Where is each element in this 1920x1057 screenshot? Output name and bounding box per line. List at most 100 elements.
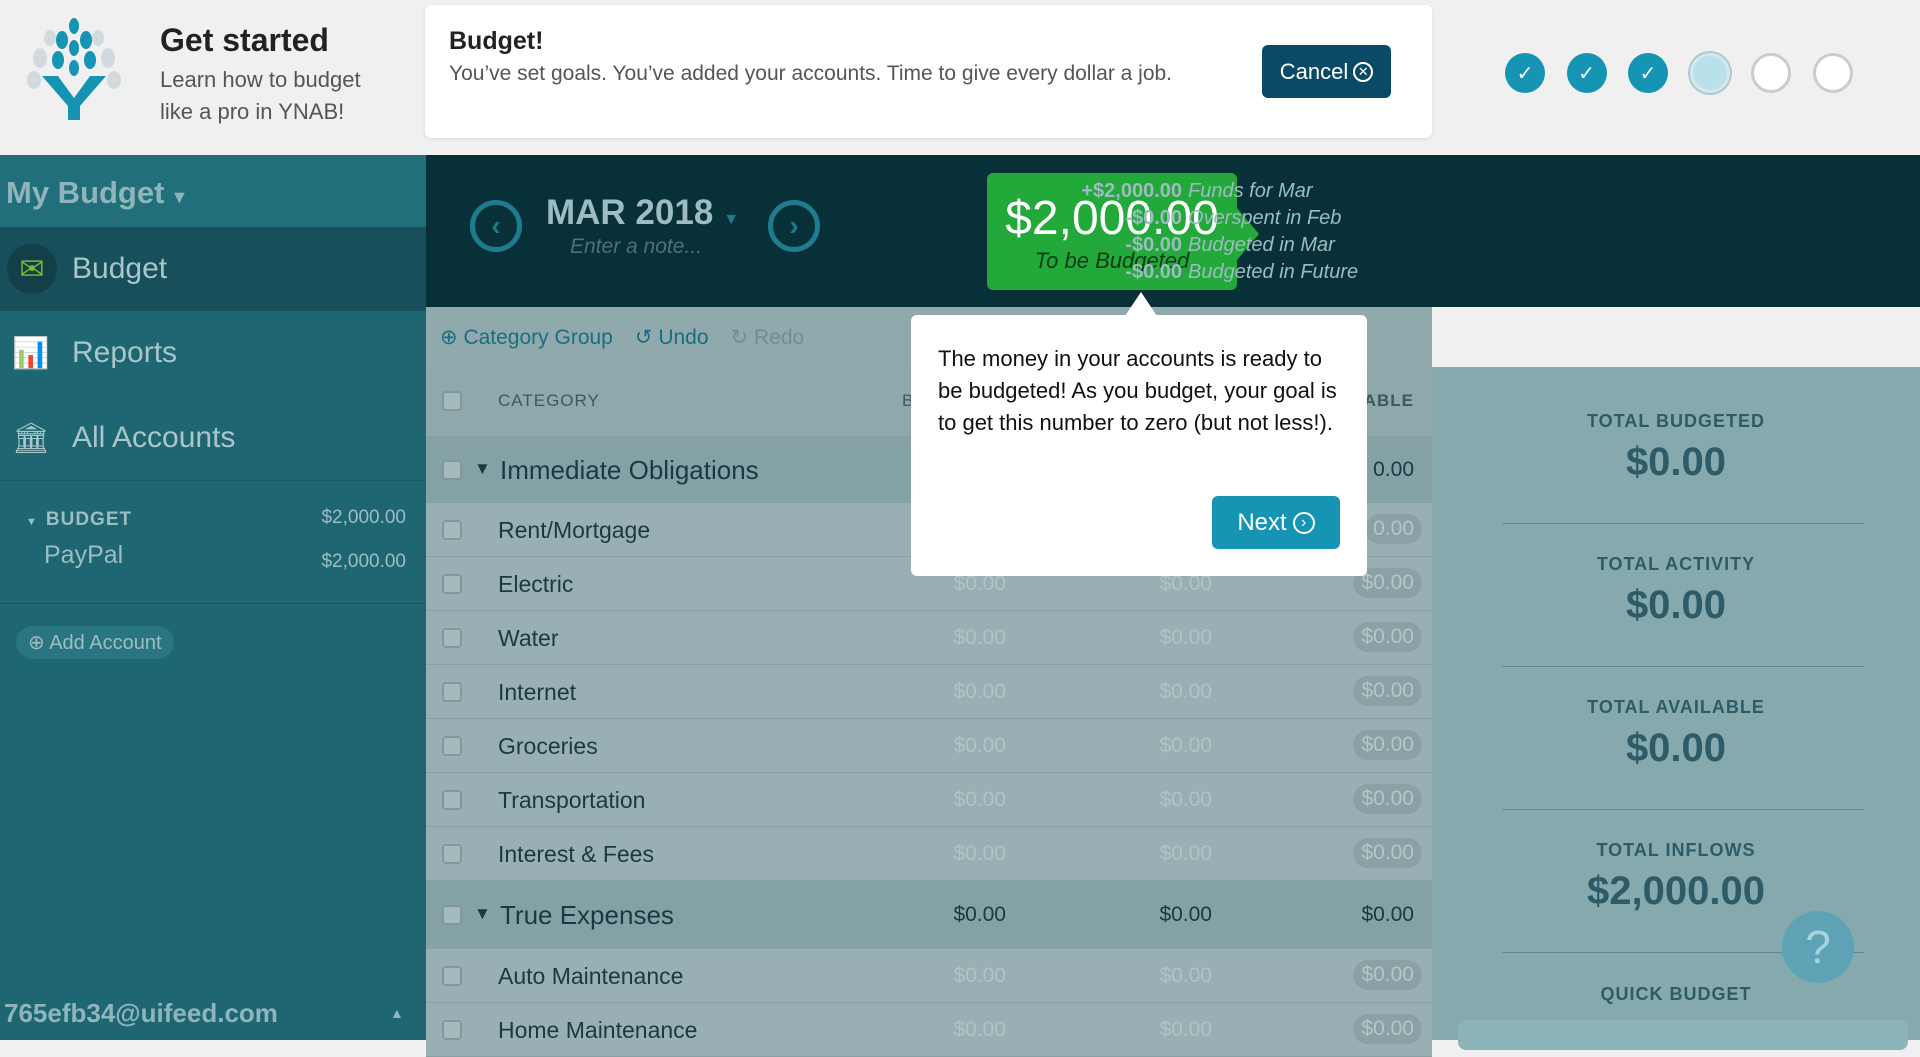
category-name[interactable]: Interest & Fees: [498, 841, 654, 868]
budgeted-amount[interactable]: $0.00: [866, 903, 1006, 927]
category-name[interactable]: Rent/Mortgage: [498, 517, 650, 544]
total-label: TOTAL ACTIVITY: [1596, 554, 1756, 574]
row-checkbox[interactable]: [442, 682, 462, 702]
step-indicator-todo: [1812, 53, 1853, 93]
budget-menu[interactable]: My Budget ▼: [0, 155, 426, 227]
available-pill[interactable]: $0.00: [1353, 838, 1422, 868]
account-group-balance: $2,000.00: [321, 507, 406, 528]
divider: [1502, 666, 1864, 667]
row-checkbox[interactable]: [442, 520, 462, 540]
budgeted-amount[interactable]: $0.00: [866, 626, 1006, 650]
category-row[interactable]: Internet $0.00 $0.00 $0.00: [426, 665, 1432, 719]
summary-line: -$0.00 Budgeted in Mar: [1056, 234, 1556, 257]
category-row[interactable]: Transportation $0.00 $0.00 $0.00: [426, 773, 1432, 827]
undo-icon: ↺: [634, 325, 653, 349]
category-name[interactable]: True Expenses: [500, 900, 674, 931]
summary-label: Budgeted in Future: [1188, 261, 1359, 283]
category-row[interactable]: Interest & Fees $0.00 $0.00 $0.00: [426, 827, 1432, 881]
activity-amount: $0.00: [1159, 1018, 1212, 1041]
user-email[interactable]: 765efb34@uifeed.com: [4, 998, 278, 1029]
help-button[interactable]: ?: [1782, 911, 1854, 983]
row-checkbox[interactable]: [442, 844, 462, 864]
account-paypal[interactable]: PayPal: [44, 541, 123, 570]
month-label: MAR 2018: [546, 193, 714, 232]
budgeted-amount[interactable]: $0.00: [866, 1018, 1006, 1042]
total-value: $0.00: [1625, 440, 1727, 484]
bar-chart-icon: 📊: [12, 336, 50, 370]
available-pill[interactable]: $0.00: [1353, 784, 1422, 814]
budgeted-amount[interactable]: $0.00: [866, 680, 1006, 704]
undo-button[interactable]: ↺ Undo: [635, 325, 709, 350]
caret-up-icon[interactable]: ▲: [390, 1005, 404, 1021]
collapse-triangle-icon[interactable]: ▼: [474, 904, 491, 924]
nav-label: All Accounts: [72, 421, 236, 454]
budgeted-amount[interactable]: $0.00: [866, 788, 1006, 812]
account-group-toggle[interactable]: ▼ BUDGET: [26, 509, 132, 531]
label: Redo: [753, 325, 805, 349]
activity-amount: $0.00: [1159, 842, 1212, 865]
caret-down-icon: ▼: [26, 516, 38, 528]
sidebar-item-all-accounts[interactable]: 🏛 All Accounts: [0, 396, 426, 480]
category-name[interactable]: Internet: [498, 679, 576, 706]
label: Undo: [658, 325, 709, 349]
category-name[interactable]: Immediate Obligations: [500, 455, 759, 486]
row-checkbox[interactable]: [442, 460, 462, 480]
chevron-left-icon: ‹: [491, 210, 501, 241]
category-row[interactable]: Home Maintenance $0.00 $0.00 $0.00: [426, 1003, 1432, 1057]
row-checkbox[interactable]: [442, 905, 462, 925]
caret-down-icon: ▼: [723, 211, 740, 228]
total-value: $0.00: [1625, 726, 1727, 770]
quick-budget-option[interactable]: [1458, 1020, 1908, 1050]
add-category-group-button[interactable]: ⊕ Category Group: [440, 325, 613, 350]
month-selector[interactable]: MAR 2018 ▼: [546, 193, 739, 233]
collapse-triangle-icon[interactable]: ▼: [474, 459, 491, 479]
column-category: CATEGORY: [498, 391, 600, 410]
column-available: ABLE: [1363, 391, 1414, 410]
row-checkbox[interactable]: [442, 628, 462, 648]
row-checkbox[interactable]: [442, 736, 462, 756]
available-pill[interactable]: $0.00: [1353, 730, 1422, 760]
divider: [0, 480, 426, 481]
budgeted-amount[interactable]: $0.00: [866, 964, 1006, 988]
total-total-activity: TOTAL ACTIVITY $0.00: [1432, 554, 1920, 628]
total-label: TOTAL BUDGETED: [1586, 411, 1765, 431]
available-pill[interactable]: $0.00: [1353, 676, 1422, 706]
category-name[interactable]: Electric: [498, 571, 573, 598]
select-all-checkbox[interactable]: [442, 391, 462, 411]
prev-month-button[interactable]: ‹: [470, 200, 522, 252]
onboarding-subtitle: Learn how to budget like a pro in YNAB!: [160, 67, 361, 124]
budgeted-amount[interactable]: $0.00: [866, 734, 1006, 758]
summary-amount: -$0.00: [1125, 261, 1182, 283]
add-account-button[interactable]: ⊕ Add Account: [16, 626, 174, 659]
cancel-button[interactable]: Cancel ✕: [1262, 45, 1391, 98]
summary-line: +$2,000.00 Funds for Mar: [1056, 180, 1556, 203]
row-checkbox[interactable]: [442, 966, 462, 986]
sidebar-item-budget[interactable]: ✉ Budget: [0, 227, 426, 311]
next-button[interactable]: Next ›: [1212, 496, 1340, 549]
available-pill[interactable]: $0.00: [1353, 960, 1422, 990]
category-name[interactable]: Transportation: [498, 787, 645, 814]
divider: [1502, 809, 1864, 810]
category-name[interactable]: Water: [498, 625, 559, 652]
budgeted-amount[interactable]: $0.00: [866, 842, 1006, 866]
available-pill[interactable]: $0.00: [1353, 622, 1422, 652]
total-label: TOTAL INFLOWS: [1596, 840, 1756, 860]
budget-name: My Budget: [6, 175, 165, 210]
row-checkbox[interactable]: [442, 1020, 462, 1040]
sidebar: My Budget ▼ ✉ Budget 📊 Reports 🏛 All Account…: [0, 155, 426, 1040]
category-row[interactable]: Water $0.00 $0.00 $0.00: [426, 611, 1432, 665]
sidebar-item-reports[interactable]: 📊 Reports: [0, 311, 426, 395]
available-pill[interactable]: 0.00: [1365, 514, 1422, 544]
popover-text: The money in your accounts is ready to b…: [938, 346, 1337, 435]
category-row[interactable]: Auto Maintenance $0.00 $0.00 $0.00: [426, 949, 1432, 1003]
category-name[interactable]: Auto Maintenance: [498, 963, 683, 990]
category-group-row[interactable]: ▼ True Expenses $0.00 $0.00 $0.00: [426, 881, 1432, 949]
row-checkbox[interactable]: [442, 574, 462, 594]
redo-button[interactable]: ↻ Redo: [731, 325, 805, 350]
row-checkbox[interactable]: [442, 790, 462, 810]
divider: [1502, 523, 1864, 524]
category-row[interactable]: Groceries $0.00 $0.00 $0.00: [426, 719, 1432, 773]
month-note-input[interactable]: Enter a note...: [570, 235, 702, 259]
next-month-button[interactable]: ›: [768, 200, 820, 252]
category-name[interactable]: Groceries: [498, 733, 598, 760]
